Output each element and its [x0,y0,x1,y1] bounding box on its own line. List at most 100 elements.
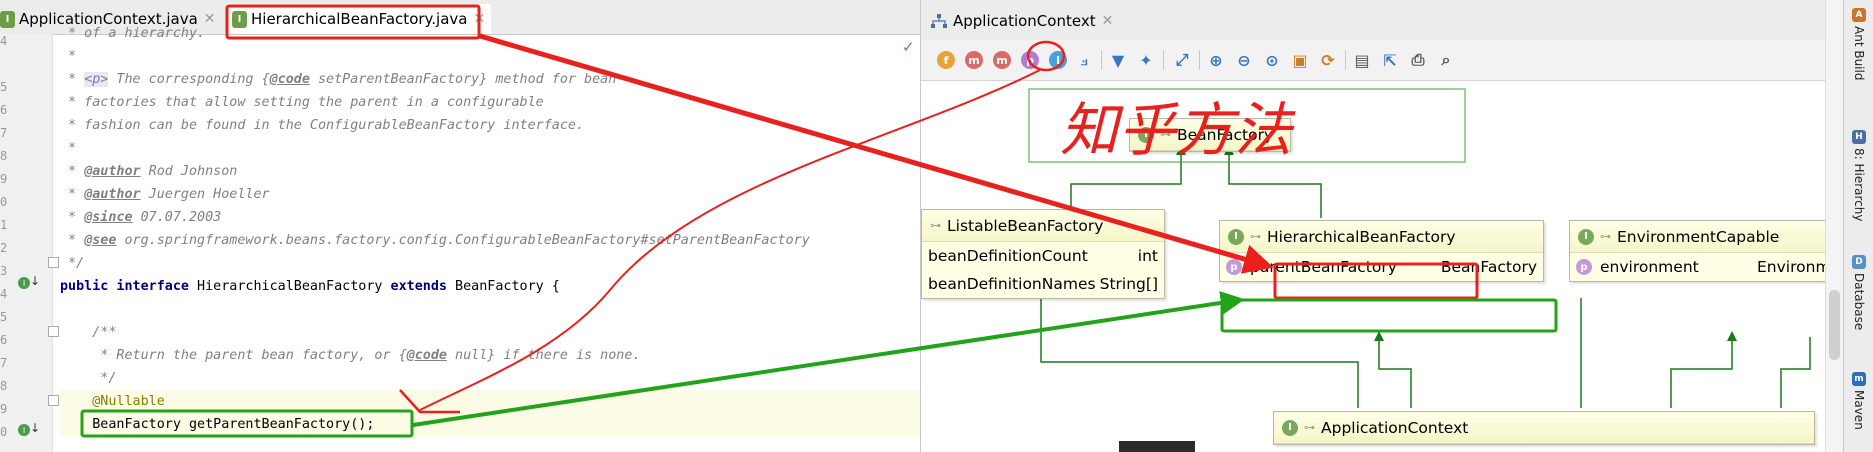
property-row[interactable]: penvironmentEnvironment [1570,253,1843,281]
interface-icon: I [232,10,247,28]
layout-icon[interactable]: ⟳ [1317,49,1339,71]
actual-size-icon[interactable]: ⊙ [1261,49,1283,71]
line-number: 6 [0,103,8,117]
fold-toggle-icon[interactable] [48,326,59,337]
close-icon[interactable]: ✕ [473,11,485,27]
tab-label: ApplicationContext [953,12,1096,30]
hierarchy-icon [931,14,947,28]
print-preview-icon[interactable]: ⌕ [1435,49,1457,71]
fields-filter-icon[interactable]: f [937,51,955,69]
inner-classes-filter-icon[interactable]: I [1049,51,1067,69]
diagram-tab-bar: ApplicationContext ✕ [921,0,1843,41]
link-icon: ⊶ [1304,421,1315,434]
code-line: * fashion can be found in the Configurab… [60,118,585,133]
code-line: /** [60,325,117,340]
code-line: * of a hierarchy. [60,26,206,41]
line-number: 0 [0,195,8,209]
line-number: 8 [0,379,8,393]
interface-icon: I [1228,228,1244,245]
code-line: * factories that allow setting the paren… [60,95,544,110]
property-row[interactable]: p parentBeanFactory BeanFactory [1220,253,1543,281]
code-line: * [60,141,77,156]
diagram-toolbar: f m m p I ⟓ ▼ ✦ ⤢ ⊕ ⊖ ⊙ ▣ ⟳ ▤ ⇱ ⎙ ⌕ [921,40,1843,81]
close-icon[interactable]: ✕ [1102,13,1114,29]
line-number: 4 [0,287,8,301]
interface-icon: I [1138,126,1154,143]
zoom-out-icon[interactable]: ⊖ [1233,49,1255,71]
diagram-canvas[interactable]: I ⊶ BeanFactory ⊶ ListableBeanFactory beanD… [921,81,1843,452]
node-title: BeanFactory [1177,125,1274,144]
node-title: ApplicationContext [1321,418,1469,437]
node-hierarchical-bean-factory[interactable]: I ⊶ HierarchicalBeanFactory p parentBeanFac… [1219,220,1544,282]
node-title: EnvironmentCapable [1617,227,1780,246]
fit-content-icon[interactable]: ▣ [1289,49,1311,71]
tab-hierarchical-bean-factory-java[interactable]: I HierarchicalBeanFactory.java ✕ [226,4,492,34]
close-icon[interactable]: ✕ [204,11,216,27]
link-icon: ⊶ [1600,230,1611,243]
hierarchy-icon: H [1852,130,1866,144]
scrollbar-thumb[interactable] [1829,290,1840,360]
node-listable-bean-factory[interactable]: ⊶ ListableBeanFactory beanDefinitionCount… [921,209,1165,299]
implemented-method-icon[interactable]: I [18,424,30,436]
line-number: 9 [0,172,8,186]
interface-icon: I [0,10,15,28]
maven-icon: m [1852,372,1866,386]
diagram-scrollbar[interactable] [1825,0,1843,452]
methods-filter-icon[interactable]: m [993,51,1011,69]
sidebar-tab-label: Ant Build [1852,26,1866,81]
code-line: * [60,49,77,64]
database-icon: D [1852,255,1866,269]
link-icon: ⊶ [930,219,941,232]
code-line: * @author Juergen Hoeller [60,187,270,202]
save-icon[interactable]: ▤ [1351,49,1373,71]
zoom-in-icon[interactable]: ⊕ [1205,49,1227,71]
tab-application-context-diagram[interactable]: ApplicationContext ✕ [927,6,1117,36]
ant-icon: A [1852,8,1866,22]
node-environment-capable[interactable]: I ⊶ EnvironmentCapable p environment Environ… [1569,220,1843,282]
print-icon[interactable]: ⎙ [1407,49,1429,71]
sidebar-tab-database[interactable]: D Database [1848,255,1870,330]
line-number: 9 [0,402,8,416]
node-title: ListableBeanFactory [947,216,1104,235]
node-application-context[interactable]: I ⊶ ApplicationContext [1273,411,1815,445]
implemented-interface-icon[interactable]: I [18,277,30,289]
link-icon: ⊶ [1250,230,1261,243]
code-line-method: BeanFactory getParentBeanFactory(); [60,413,920,436]
sidebar-tab-label: Database [1852,273,1866,331]
line-number: 7 [0,126,8,140]
code-area[interactable]: * of a hierarchy. * * <p> The correspond… [60,26,920,452]
line-number: 5 [0,310,8,324]
fold-toggle-icon[interactable] [48,257,59,268]
code-line: */ [60,256,85,271]
tool-window-sidebar: A Ant Build H 8: Hierarchy D Database m … [1843,0,1873,452]
filter-icon[interactable]: ▼ [1107,49,1129,71]
tooltip-fragment [1119,441,1195,452]
sidebar-tab-label: 8: Hierarchy [1852,148,1866,222]
sidebar-tab-ant-build[interactable]: A Ant Build [1848,8,1870,80]
code-line: * @since 07.07.2003 [60,210,222,225]
fold-toggle-icon[interactable] [48,395,59,406]
code-line: */ [60,371,117,386]
add-element-icon[interactable]: ✦ [1135,49,1157,71]
property-icon: p [1576,259,1592,275]
line-number: 2 [0,241,8,255]
line-number: 4 [0,34,8,48]
property-row[interactable]: beanDefinitionNames String[] [922,270,1164,298]
constructors-filter-icon[interactable]: m [965,51,983,69]
property-row[interactable]: beanDefinitionCount int [922,242,1164,270]
export-icon[interactable]: ⇱ [1379,49,1401,71]
sidebar-tab-hierarchy[interactable]: H 8: Hierarchy [1848,130,1870,222]
code-line: * <p> The corresponding {@code setParent… [60,72,617,87]
code-line-interface-declaration: public interface HierarchicalBeanFactory… [60,279,560,294]
line-number: 3 [0,264,8,278]
down-arrow-icon[interactable]: ↓ [30,421,40,435]
tab-label: HierarchicalBeanFactory.java [251,10,468,28]
edge-icon[interactable]: ⤢ [1171,49,1193,71]
node-bean-factory[interactable]: I ⊶ BeanFactory [1129,118,1291,152]
code-line: * Return the parent bean factory, or {@c… [60,348,641,363]
dependencies-icon[interactable]: ⟓ [1073,49,1095,71]
down-arrow-icon[interactable]: ↓ [30,274,40,288]
line-number: 8 [0,149,8,163]
sidebar-tab-maven[interactable]: m Maven [1848,372,1870,430]
properties-filter-icon[interactable]: p [1021,51,1039,69]
